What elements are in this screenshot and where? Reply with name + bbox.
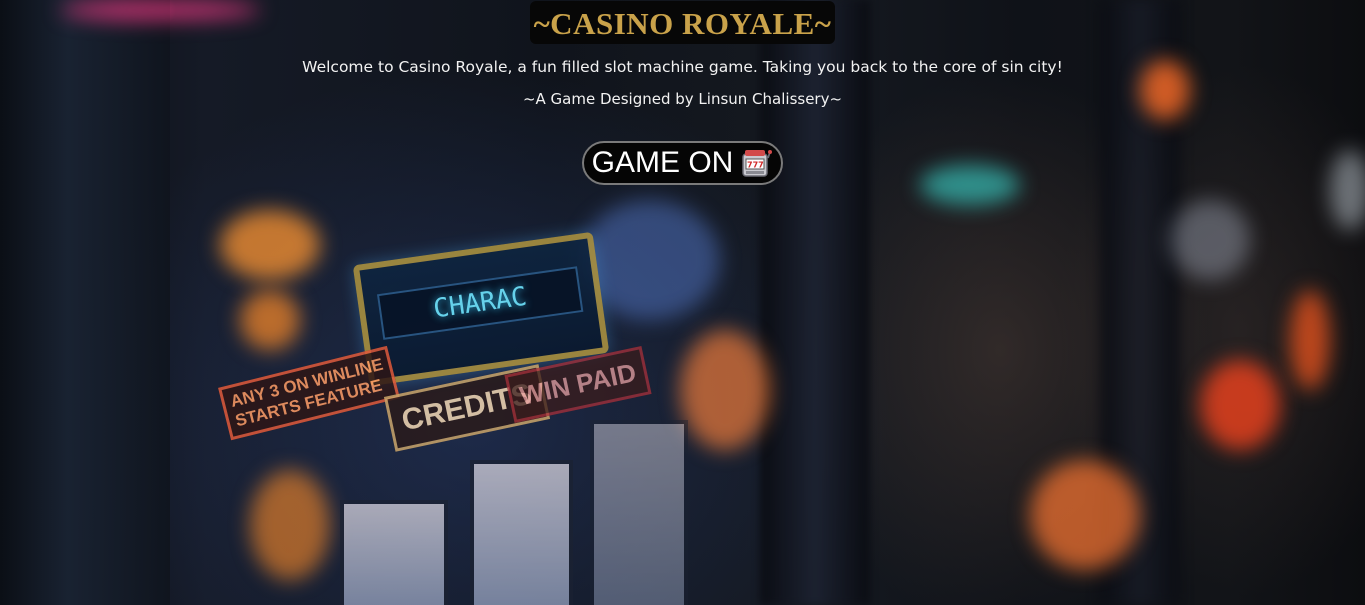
- white-glow: [1170, 200, 1250, 280]
- reel-window: [470, 460, 573, 605]
- game-on-button[interactable]: GAME ON 777: [581, 141, 784, 185]
- page: CHARAC ANY 3 ON WINLINE STARTS FEATURE CR…: [0, 0, 1365, 605]
- slot-display-text: CHARAC: [376, 266, 584, 340]
- reel-window: [590, 420, 688, 605]
- slot-machine-icon: 777: [741, 147, 773, 179]
- orange-glow: [1290, 290, 1330, 390]
- title-banner: ~CASINO ROYALE~: [529, 1, 836, 44]
- reel-window: [340, 500, 448, 605]
- orange-glow: [220, 210, 320, 280]
- intro-section: ~CASINO ROYALE~ Welcome to Casino Royale…: [0, 0, 1365, 185]
- svg-text:777: 777: [747, 161, 764, 170]
- orange-glow: [250, 470, 330, 580]
- button-row: GAME ON 777: [0, 141, 1365, 185]
- orange-glow: [1030, 460, 1140, 570]
- feature-sign: ANY 3 ON WINLINE STARTS FEATURE: [218, 345, 401, 441]
- game-on-label: GAME ON: [591, 146, 734, 179]
- red-glow: [1200, 360, 1280, 450]
- orange-glow: [680, 330, 770, 450]
- orange-glow: [240, 290, 300, 350]
- welcome-text: Welcome to Casino Royale, a fun filled s…: [302, 58, 1063, 76]
- page-title: ~CASINO ROYALE~: [533, 6, 832, 41]
- designer-credit: ~A Game Designed by Linsun Chalissery~: [522, 90, 843, 108]
